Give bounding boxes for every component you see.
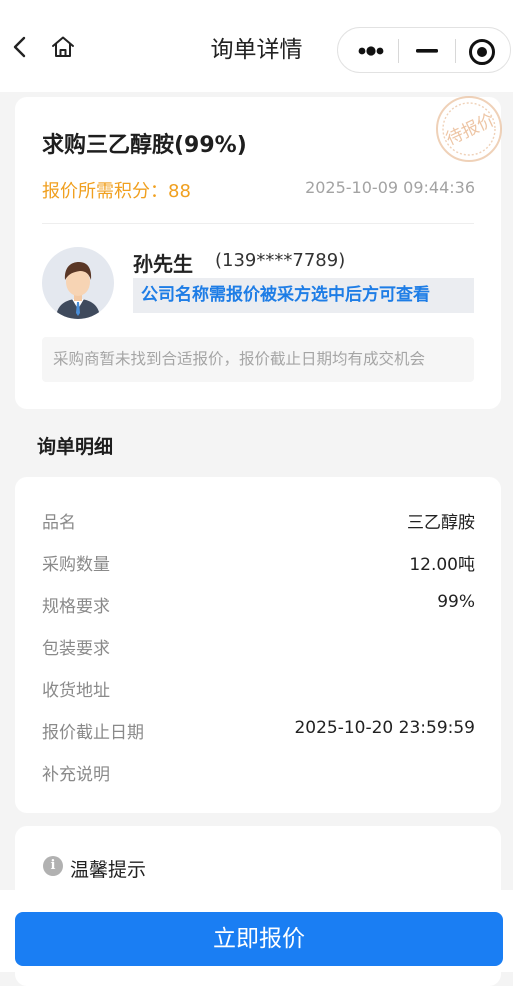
contact-avatar [42,247,114,319]
quote-notice: 采购商暂未找到合适报价，报价截止日期均有成交机会 [42,337,474,382]
minimize-icon [416,49,438,53]
detail-label: 报价截止日期 [42,723,144,743]
mini-program-capsule [337,27,511,73]
detail-value: 三乙醇胺 [407,513,475,533]
close-mini-program-button[interactable] [455,28,511,72]
info-icon: i [43,856,63,876]
detail-row-quantity: 采购数量 12.00吨 [42,550,475,580]
detail-row-deadline: 报价截止日期 2025-10-20 23:59:59 [42,718,475,748]
divider [42,223,474,224]
tips-title: 温馨提示 [70,859,147,881]
detail-label: 采购数量 [42,555,110,575]
detail-label: 包装要求 [42,639,110,659]
detail-row-spec: 规格要求 99% [42,592,475,622]
person-avatar-icon [56,262,100,319]
detail-label: 品名 [42,513,76,533]
detail-row-address: 收货地址 [42,676,475,706]
inquiry-details-card: 品名 三乙醇胺 采购数量 12.00吨 规格要求 99% 包装要求 收货地址 报… [15,477,501,813]
minimize-button[interactable] [399,28,455,72]
detail-row-product-name: 品名 三乙醇胺 [42,508,475,538]
contact-name: 孙先生 [133,252,193,276]
contact-phone: (139****7789) [215,250,346,271]
company-visibility-hint: 公司名称需报价被采方选中后方可查看 [133,278,474,313]
pending-quote-stamp: 待报价 [436,96,502,162]
detail-row-packaging: 包装要求 [42,634,475,664]
detail-value: 99% [437,592,475,612]
quote-now-button[interactable]: 立即报价 [15,912,503,966]
bottom-action-bar: 立即报价 [0,890,513,972]
inquiry-summary-card: 求购三乙醇胺(99%) 报价所需积分：88 2025-10-09 09:44:3… [15,96,502,409]
more-dots-icon [358,46,384,56]
detail-value: 2025-10-20 23:59:59 [294,718,475,738]
points-info: 报价所需积分：88 [42,177,191,203]
more-options-button[interactable] [342,28,398,72]
detail-label: 收货地址 [42,681,110,701]
inquiry-datetime: 2025-10-09 09:44:36 [305,178,475,197]
detail-value: 12.00吨 [409,555,475,575]
navigation-bar: 询单详情 [0,0,513,92]
details-section-title: 询单明细 [37,436,114,458]
points-value: 88 [168,181,191,202]
close-circle-icon [469,39,495,65]
product-title: 求购三乙醇胺(99%) [42,133,247,158]
points-label: 报价所需积分： [42,181,168,202]
detail-row-remarks: 补充说明 [42,760,475,790]
detail-label: 规格要求 [42,597,110,617]
detail-label: 补充说明 [42,765,110,785]
